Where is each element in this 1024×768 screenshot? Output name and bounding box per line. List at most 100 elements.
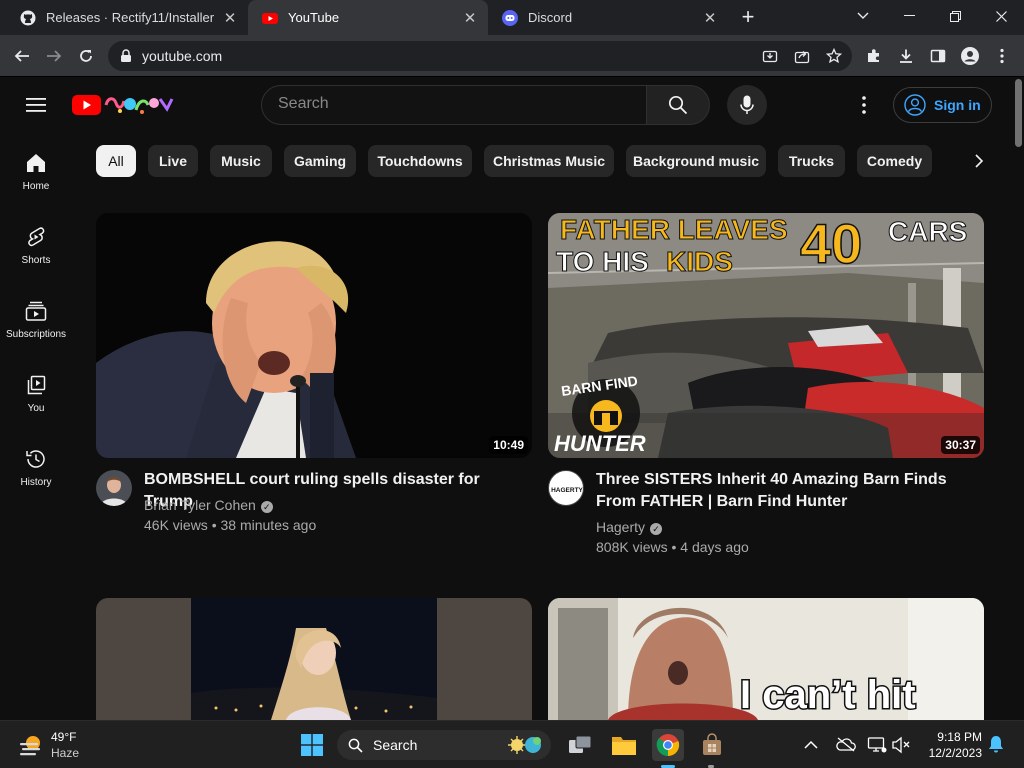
chips-next-chevron-icon[interactable] (962, 145, 996, 177)
chrome-taskbar-button[interactable] (652, 729, 684, 761)
chip-christmas-music[interactable]: Christmas Music (484, 145, 614, 177)
voice-search-button[interactable] (727, 85, 767, 125)
tab-youtube[interactable]: YouTube ✕ (248, 0, 488, 35)
video-duration: 30:37 (941, 436, 980, 454)
sign-in-button[interactable]: Sign in (893, 87, 992, 123)
chip-background-music[interactable]: Background music (626, 145, 766, 177)
show-hidden-icons-chevron-icon[interactable] (804, 737, 820, 753)
reload-button[interactable] (72, 42, 100, 70)
minimize-button[interactable] (886, 0, 932, 32)
search-icon (348, 738, 363, 753)
taskbar-search[interactable]: Search (337, 730, 551, 760)
back-button[interactable] (8, 42, 36, 70)
lock-icon[interactable] (120, 49, 132, 63)
video-thumbnail[interactable]: I can’t hit (548, 598, 984, 720)
volume-muted-icon[interactable] (891, 736, 911, 754)
video-duration: 10:49 (489, 436, 528, 454)
side-panel-icon[interactable] (924, 42, 952, 70)
chip-touchdowns[interactable]: Touchdowns (368, 145, 472, 177)
address-bar[interactable]: youtube.com (108, 41, 852, 71)
close-tab-icon[interactable]: ✕ (702, 10, 718, 27)
notification-bell-icon[interactable] (988, 735, 1006, 755)
search-input[interactable] (278, 95, 628, 113)
close-tab-icon[interactable]: ✕ (462, 10, 478, 27)
chip-live[interactable]: Live (148, 145, 198, 177)
extensions-icon[interactable] (860, 42, 888, 70)
github-icon (20, 10, 36, 25)
bookmark-star-icon[interactable] (826, 48, 842, 64)
install-app-icon[interactable] (762, 48, 778, 64)
browser-tab-strip: Releases · Rectify11/Installer ✕ YouTube… (0, 0, 1024, 35)
channel-avatar[interactable] (96, 470, 132, 506)
guide-item-shorts[interactable]: Shorts (0, 207, 72, 281)
tab-github[interactable]: Releases · Rectify11/Installer ✕ (6, 0, 248, 35)
weather-widget[interactable]: 49°F Haze (14, 729, 114, 761)
restore-button[interactable] (932, 0, 978, 32)
weather-condition: Haze (51, 746, 80, 760)
file-explorer-button[interactable] (608, 729, 640, 761)
start-button[interactable] (296, 729, 328, 761)
chip-comedy[interactable]: Comedy (857, 145, 932, 177)
network-icon[interactable] (867, 736, 887, 754)
account-circle-icon (904, 94, 926, 116)
video-thumbnail[interactable]: 10:49 (96, 213, 532, 458)
sign-in-label: Sign in (934, 97, 981, 113)
clock-time: 9:18 PM (937, 730, 982, 744)
guide-item-subscriptions[interactable]: Subscriptions (0, 281, 72, 355)
hamburger-menu-icon[interactable] (20, 93, 52, 117)
forward-button[interactable] (40, 42, 68, 70)
close-tab-icon[interactable]: ✕ (222, 10, 238, 27)
haze-weather-icon (20, 736, 40, 756)
guide-label: Subscriptions (5, 329, 67, 340)
thumbnail-text: CARS (888, 216, 967, 247)
onedrive-cloud-icon[interactable] (836, 736, 856, 754)
chip-gaming[interactable]: Gaming (284, 145, 356, 177)
weather-temperature: 49°F (51, 730, 77, 744)
youtube-logo[interactable] (72, 93, 176, 117)
tab-search-chevron-icon[interactable] (840, 0, 886, 32)
new-tab-button[interactable]: + (736, 5, 760, 29)
clock[interactable]: 9:18 PM 12/2/2023 (920, 729, 982, 763)
store-taskbar-button[interactable] (696, 729, 728, 761)
microphone-icon (740, 95, 754, 114)
thumbnail-image (96, 598, 532, 720)
home-icon (27, 154, 45, 172)
channel-name-text[interactable]: Hagerty (596, 519, 645, 535)
page-scrollbar[interactable] (1012, 77, 1024, 720)
video-thumbnail[interactable] (96, 598, 532, 720)
tab-discord[interactable]: Discord ✕ (488, 0, 728, 35)
guide-item-home[interactable]: Home (0, 133, 72, 207)
task-view-button[interactable] (564, 729, 596, 761)
thumbnail-image (96, 213, 532, 458)
profile-icon[interactable] (956, 42, 984, 70)
discord-icon (502, 9, 518, 26)
youtube-masthead: Sign in (0, 77, 1024, 133)
url-text[interactable]: youtube.com (142, 48, 222, 64)
channel-name-text[interactable]: Brian Tyler Cohen (144, 497, 256, 513)
close-window-button[interactable] (978, 0, 1024, 32)
chip-music[interactable]: Music (210, 145, 272, 177)
browser-menu-icon[interactable] (988, 42, 1016, 70)
video-thumbnail[interactable]: FATHER LEAVES TO HIS KIDS 40 CARS BARN F… (548, 213, 984, 458)
settings-more-icon[interactable] (852, 93, 876, 117)
scrollbar-thumb[interactable] (1015, 79, 1022, 147)
channel-name[interactable]: Hagerty ✓ (596, 517, 663, 537)
chip-trucks[interactable]: Trucks (778, 145, 845, 177)
task-view-icon (569, 735, 592, 753)
thumbnail-caption: I can’t hit (740, 673, 916, 717)
channel-avatar[interactable]: HAGERTY (548, 470, 584, 506)
guide-item-you[interactable]: You (0, 355, 72, 429)
guide-item-history[interactable]: History (0, 429, 72, 503)
channel-name[interactable]: Brian Tyler Cohen ✓ (144, 495, 273, 515)
thumbnail-text: KIDS (666, 246, 733, 277)
thumbnail-text: TO HIS (556, 246, 649, 277)
downloads-icon[interactable] (892, 42, 920, 70)
avatar-text: HAGERTY (551, 487, 583, 494)
windows-logo-icon (301, 734, 323, 756)
video-title[interactable]: Three SISTERS Inherit 40 Amazing Barn Fi… (596, 469, 956, 513)
upload-age: 38 minutes ago (220, 517, 317, 533)
share-icon[interactable] (794, 48, 810, 64)
chip-all[interactable]: All (96, 145, 136, 177)
search-button[interactable] (646, 85, 710, 125)
tab-title: YouTube (288, 10, 340, 25)
